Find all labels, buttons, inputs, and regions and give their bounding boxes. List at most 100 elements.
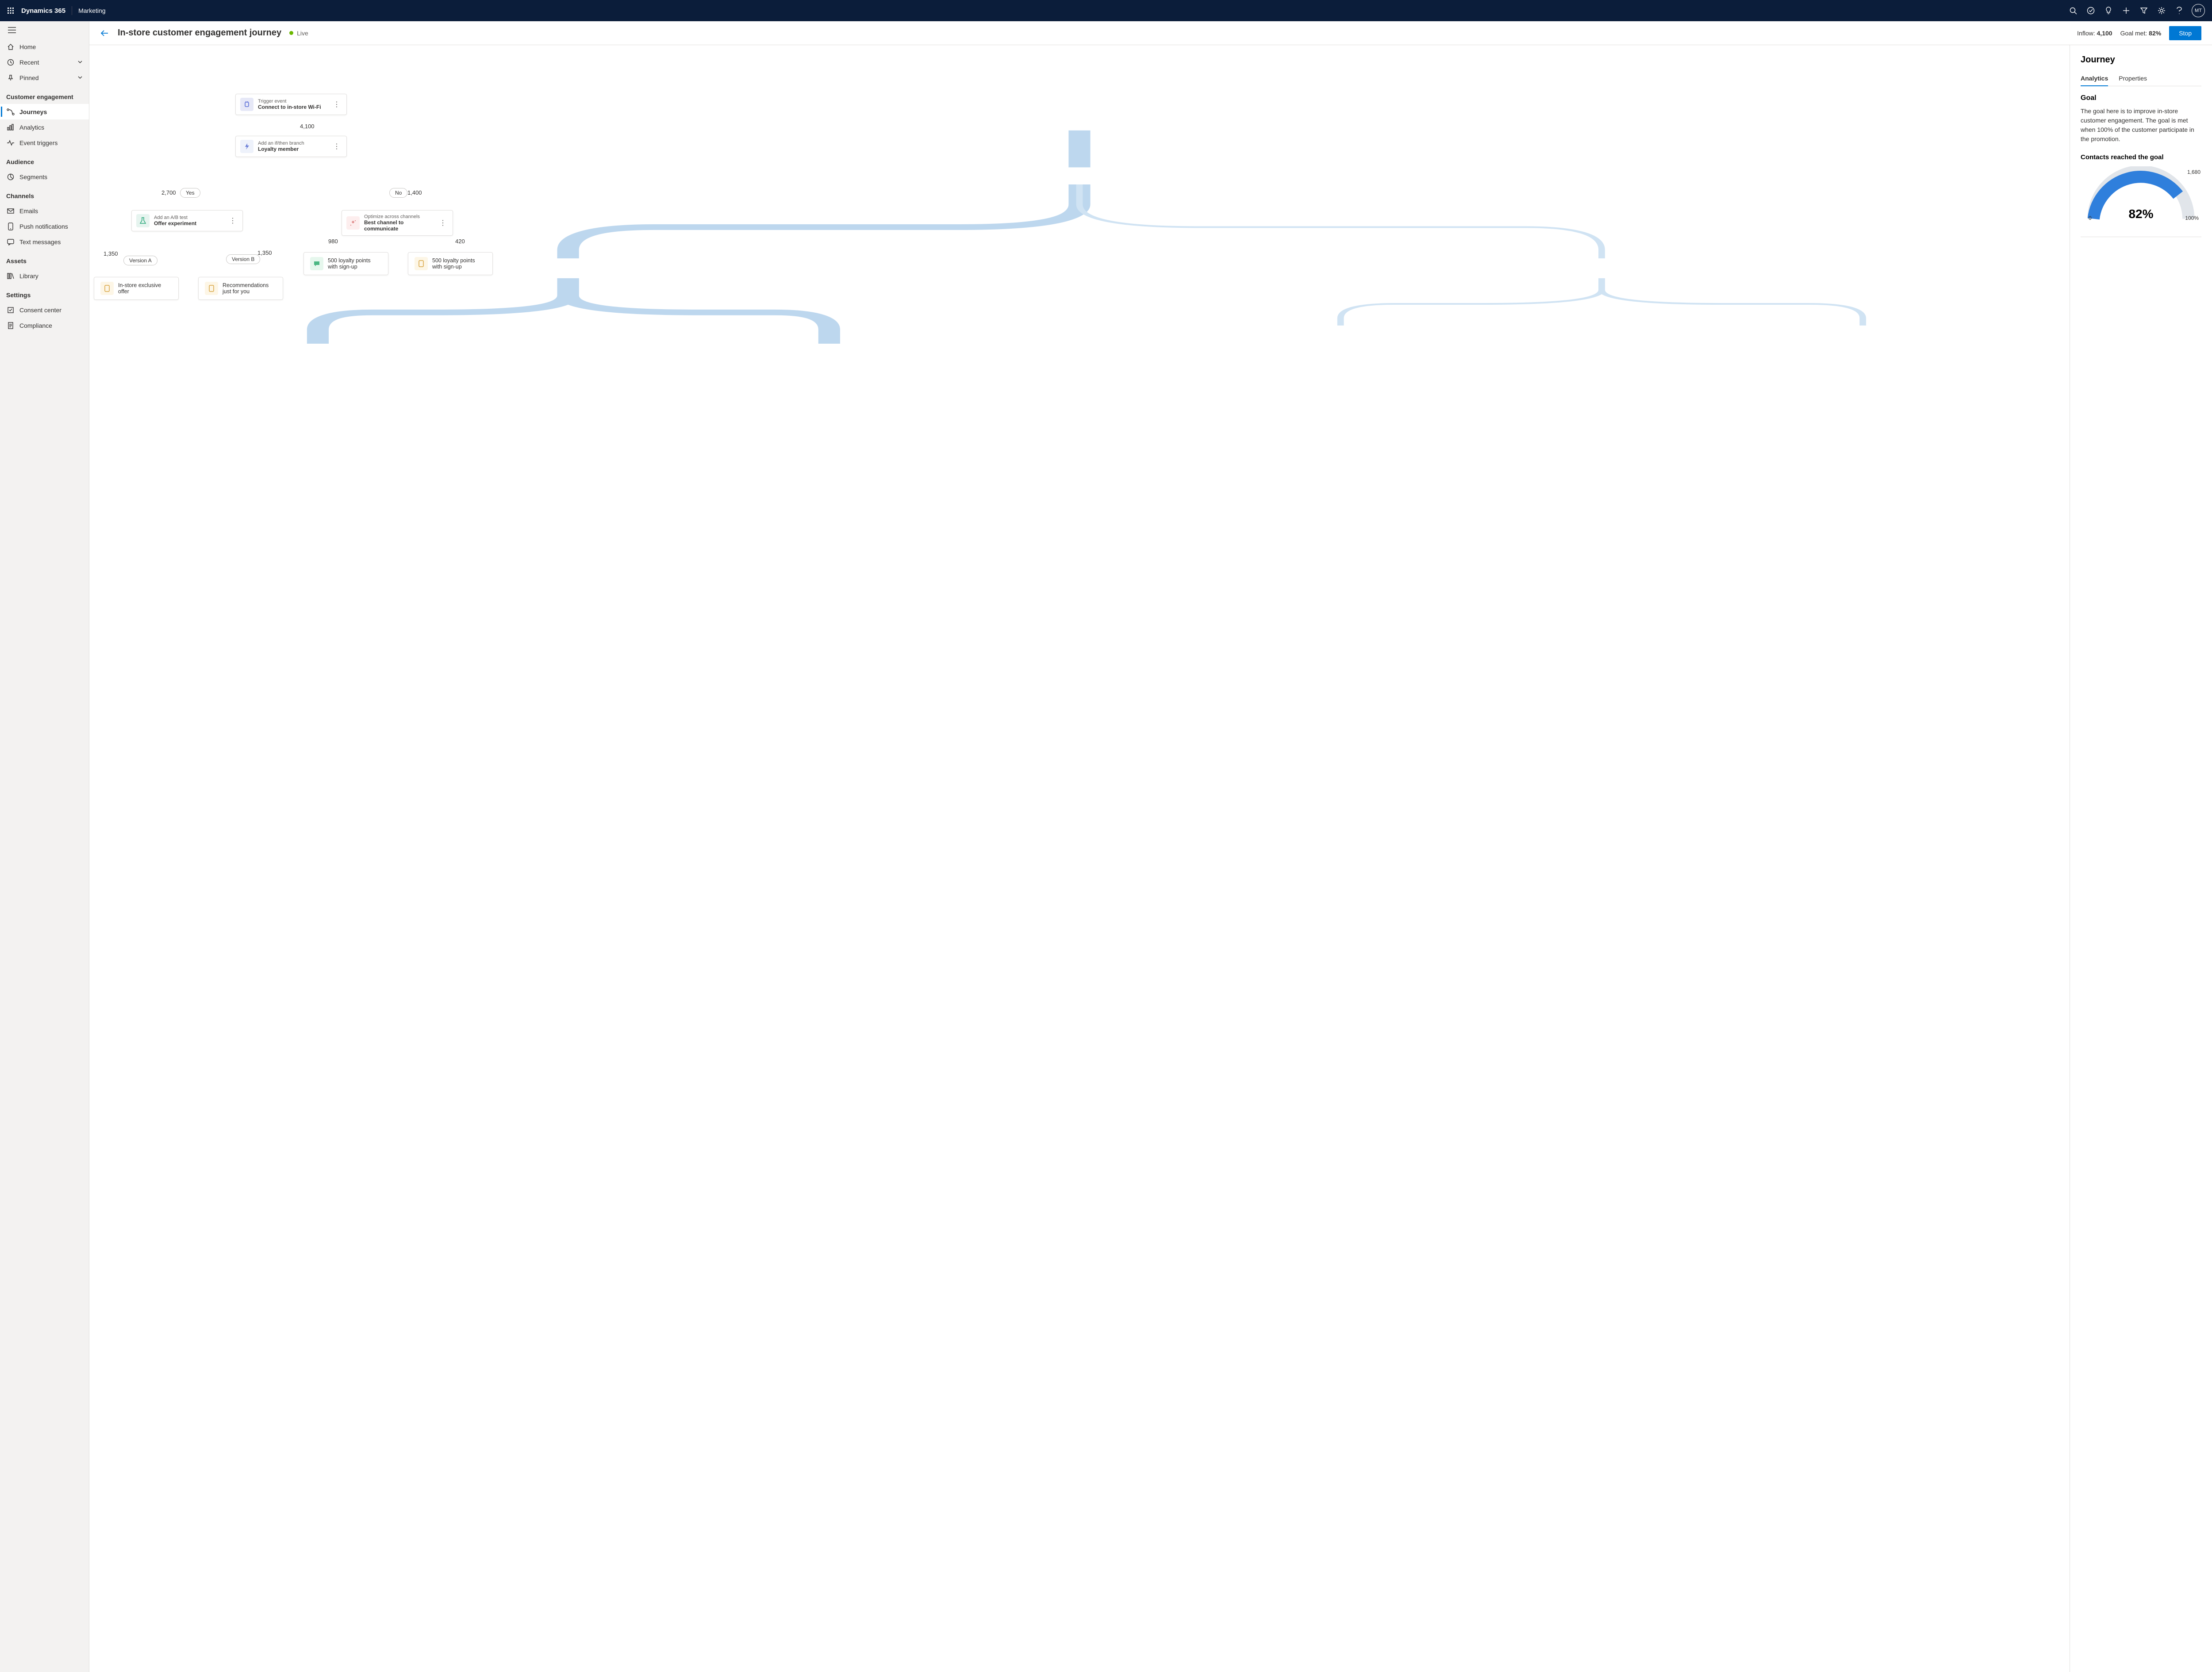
sidebar-item-label: Text messages	[19, 238, 61, 245]
sidebar-item-library[interactable]: Library	[0, 268, 89, 284]
tab-properties[interactable]: Properties	[2119, 71, 2147, 86]
sidebar-item-label: Emails	[19, 207, 38, 215]
branch-yes-label: Yes	[180, 188, 200, 198]
content: In-store customer engagement journey Liv…	[89, 21, 2212, 1672]
node-abtest[interactable]: Add an A/B testOffer experiment ⋮	[131, 210, 243, 231]
stop-button[interactable]: Stop	[2169, 26, 2201, 40]
app-launcher-button[interactable]	[4, 4, 18, 18]
version-a-label: Version A	[123, 256, 157, 265]
sidebar-section-assets: Assets	[0, 249, 89, 268]
task-button[interactable]	[2082, 0, 2100, 21]
library-icon	[7, 272, 14, 280]
status-label: Live	[297, 30, 308, 37]
sidebar-item-label: Push notifications	[19, 223, 68, 230]
segment-icon	[7, 173, 14, 180]
gauge-min-label: 0	[2089, 215, 2092, 221]
tab-analytics[interactable]: Analytics	[2081, 71, 2108, 86]
module-label: Marketing	[78, 7, 105, 14]
mail-icon	[7, 208, 14, 214]
sidebar-item-label: Consent center	[19, 307, 61, 314]
node-branch[interactable]: Add an if/then branchLoyalty member ⋮	[235, 136, 347, 157]
flow-connectors	[89, 45, 2070, 443]
funnel-icon	[2140, 7, 2147, 14]
flow-count: 980	[328, 238, 338, 245]
node-more-button[interactable]: ⋮	[227, 216, 238, 225]
goal-gauge: 82% 1,680 0 100%	[2081, 166, 2201, 237]
journey-icon	[7, 108, 15, 115]
insight-button[interactable]	[2100, 0, 2117, 21]
goal-description: The goal here is to improve in-store cus…	[2081, 107, 2201, 144]
chevron-down-icon	[77, 75, 83, 80]
sidebar-item-label: Analytics	[19, 124, 44, 131]
waffle-icon	[7, 7, 14, 14]
flow-count: 1,400	[407, 189, 422, 196]
node-more-button[interactable]: ⋮	[331, 142, 342, 151]
flow-count: 420	[455, 238, 465, 245]
search-button[interactable]	[2064, 0, 2082, 21]
sidebar-item-push[interactable]: Push notifications	[0, 219, 89, 234]
contacts-heading: Contacts reached the goal	[2081, 153, 2201, 161]
goal-heading: Goal	[2081, 94, 2201, 102]
add-button[interactable]	[2117, 0, 2135, 21]
pin-icon	[7, 74, 14, 81]
sidebar-item-journeys[interactable]: Journeys	[0, 104, 89, 119]
settings-button[interactable]	[2153, 0, 2170, 21]
node-leaf-loyalty-1[interactable]: 500 loyalty points with sign-up	[303, 252, 388, 275]
status-dot	[289, 31, 293, 35]
sidebar-item-home[interactable]: Home	[0, 39, 89, 54]
goal-metric: Goal met: 82%	[2120, 30, 2162, 37]
sidebar-item-pinned[interactable]: Pinned	[0, 70, 89, 85]
chevron-down-icon	[77, 59, 83, 65]
trigger-icon	[7, 140, 15, 146]
inflow-metric: Inflow: 4,100	[2077, 30, 2112, 37]
sidebar-item-segments[interactable]: Segments	[0, 169, 89, 184]
gear-icon	[2158, 7, 2166, 15]
node-more-button[interactable]: ⋮	[331, 100, 342, 109]
sidebar-item-event-triggers[interactable]: Event triggers	[0, 135, 89, 150]
consent-icon	[7, 307, 14, 314]
content-header: In-store customer engagement journey Liv…	[89, 21, 2212, 45]
sidebar-item-label: Recent	[19, 59, 39, 66]
bolt-icon	[244, 143, 250, 150]
page-title: In-store customer engagement journey	[118, 28, 281, 38]
node-more-button[interactable]: ⋮	[438, 219, 448, 227]
sidebar-section-channels: Channels	[0, 184, 89, 203]
journey-canvas[interactable]: Trigger eventConnect to in-store Wi-Fi ⋮…	[89, 45, 2070, 1672]
node-trigger[interactable]: Trigger eventConnect to in-store Wi-Fi ⋮	[235, 94, 347, 115]
clock-icon	[7, 59, 14, 66]
sidebar-item-text[interactable]: Text messages	[0, 234, 89, 249]
plug-icon	[243, 101, 250, 108]
sparkle-icon	[349, 219, 357, 226]
sidebar-section-settings: Settings	[0, 284, 89, 302]
gauge-percentage: 82%	[2128, 207, 2153, 221]
sidebar-item-recent[interactable]: Recent	[0, 54, 89, 70]
sidebar-item-label: Home	[19, 43, 36, 50]
right-panel: Journey Analytics Properties Goal The go…	[2070, 45, 2212, 1672]
sidebar-item-label: Pinned	[19, 74, 39, 81]
help-button[interactable]	[2170, 0, 2188, 21]
flask-icon	[140, 217, 146, 224]
brand-label: Dynamics 365	[21, 7, 65, 15]
sidebar-item-analytics[interactable]: Analytics	[0, 119, 89, 135]
sidebar-item-compliance[interactable]: Compliance	[0, 318, 89, 333]
user-avatar[interactable]: MT	[2192, 4, 2205, 17]
sidebar-item-label: Library	[19, 272, 38, 280]
sidebar-item-label: Journeys	[19, 108, 47, 115]
question-icon	[2176, 7, 2183, 15]
sidebar-item-consent[interactable]: Consent center	[0, 302, 89, 318]
sidebar-toggle[interactable]	[0, 21, 89, 39]
sidebar-item-label: Segments	[19, 173, 47, 180]
filter-button[interactable]	[2135, 0, 2153, 21]
back-button[interactable]	[100, 29, 109, 38]
node-leaf-exclusive-offer[interactable]: In-store exclusive offer	[94, 277, 179, 300]
sidebar-item-emails[interactable]: Emails	[0, 203, 89, 219]
hamburger-icon	[8, 27, 16, 33]
node-leaf-loyalty-2[interactable]: 500 loyalty points with sign-up	[408, 252, 493, 275]
flow-count: 1,350	[104, 250, 118, 257]
node-leaf-recommendations[interactable]: Recommendations just for you	[198, 277, 283, 300]
lightbulb-icon	[2105, 7, 2112, 15]
barchart-icon	[7, 124, 14, 131]
mobile-icon	[8, 222, 14, 230]
mobile-icon	[418, 260, 424, 267]
node-optimize[interactable]: Optimize across channelsBest channel to …	[342, 210, 453, 236]
